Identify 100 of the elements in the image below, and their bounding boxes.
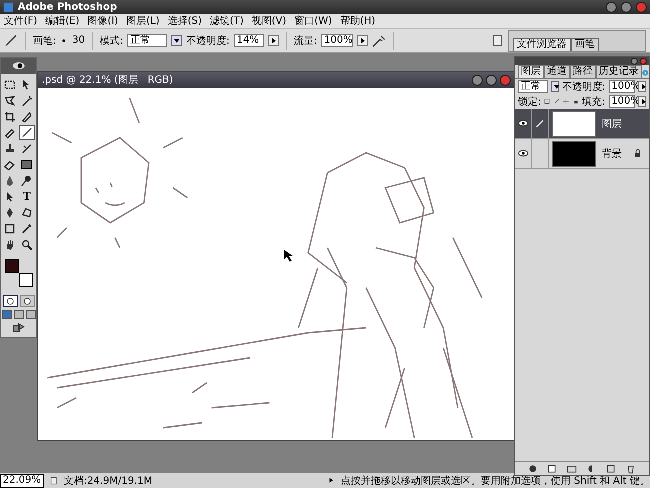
play-icon <box>328 476 335 485</box>
gradient-icon <box>21 158 33 170</box>
mask-icon <box>547 464 558 474</box>
menu-item[interactable]: 帮助(H) <box>340 14 376 28</box>
restore-button[interactable] <box>621 2 632 12</box>
mask-icon <box>22 296 32 306</box>
palette-tab[interactable]: 文件浏览器 <box>513 38 571 50</box>
panel-tab[interactable]: 图层 <box>518 65 544 78</box>
close-button[interactable] <box>500 74 511 86</box>
flow-field[interactable]: 100% <box>321 34 354 47</box>
layer-row[interactable]: 图层 <box>515 109 649 139</box>
hand-icon <box>4 238 16 250</box>
opacity-label: 不透明度: <box>186 34 230 48</box>
minimize-button[interactable] <box>606 2 617 12</box>
mode-label: 模式: <box>100 34 124 48</box>
marquee-icon <box>4 78 16 90</box>
document-size: 文档:24.9M/19.1M <box>64 474 154 488</box>
brush-icon <box>4 34 18 48</box>
page-icon <box>492 34 504 46</box>
lock-icon <box>633 148 643 158</box>
document-icon <box>50 476 58 486</box>
menu-item[interactable]: 视图(V) <box>252 14 287 28</box>
opacity-arrow-button[interactable] <box>268 35 279 46</box>
palette-tab[interactable]: 画笔 <box>571 38 599 50</box>
history-brush-icon <box>21 142 33 154</box>
opacity-arrow-button[interactable] <box>638 81 646 92</box>
quick-mask-button[interactable] <box>20 295 34 307</box>
foreground-swatch[interactable] <box>4 259 18 273</box>
app-icon <box>3 2 14 12</box>
minimize-button[interactable] <box>472 74 483 86</box>
window-title: Adobe Photoshop <box>18 2 118 12</box>
lock-move-icon <box>563 97 570 106</box>
new-layer-icon <box>606 464 616 474</box>
maximize-button[interactable] <box>486 74 497 86</box>
zoom-field[interactable]: 22.09% <box>0 474 44 488</box>
layer-row[interactable]: 背景 <box>515 139 649 169</box>
flow-arrow-button[interactable] <box>357 35 368 46</box>
background-swatch[interactable] <box>18 273 32 287</box>
lock-transparency-icon <box>544 97 551 106</box>
tool-button[interactable]: T <box>19 189 35 204</box>
airbrush-icon <box>372 34 386 48</box>
effects-icon <box>528 464 538 474</box>
panel-tab[interactable]: 通道 <box>544 65 570 78</box>
menu-item[interactable]: 滤镜(T) <box>210 14 244 28</box>
layer-thumbnail <box>552 140 596 166</box>
eraser-icon <box>4 158 16 170</box>
zoom-icon <box>21 238 33 250</box>
flow-label: 流量: <box>294 34 318 48</box>
dropdown-button[interactable] <box>171 35 182 46</box>
stamp-icon <box>4 142 16 154</box>
status-message: 点按并拖移以移动图层或选区。要用附加选项，使用 Shift 和 Alt 键。 <box>341 474 650 488</box>
dodge-icon <box>21 174 33 186</box>
brush-label: 画笔: <box>33 34 56 48</box>
brush-icon <box>21 126 33 138</box>
lasso-icon <box>4 94 16 106</box>
brush-icon <box>535 118 545 128</box>
close-button[interactable] <box>636 2 647 12</box>
panel-tab[interactable]: 路径 <box>570 65 596 78</box>
arrow-cursor-icon <box>4 190 16 202</box>
eyedropper-icon <box>21 222 33 234</box>
dropdown-button[interactable] <box>550 81 560 92</box>
panel-tab[interactable]: 历史记录 <box>596 65 642 78</box>
drop-icon <box>4 174 16 186</box>
tool-button[interactable] <box>19 125 35 140</box>
screen-mode-button[interactable] <box>2 310 12 319</box>
shape-icon <box>21 206 33 218</box>
menu-item[interactable]: 文件(F) <box>4 14 38 28</box>
eye-icon <box>518 148 528 159</box>
layer-name: 图层 <box>602 118 623 130</box>
menu-item[interactable]: 编辑(E) <box>46 14 80 28</box>
folder-icon <box>567 464 578 474</box>
tool-button[interactable] <box>2 109 18 124</box>
standard-mode-button[interactable] <box>2 295 18 307</box>
screen-mode-button[interactable] <box>14 310 24 319</box>
menu-item[interactable]: 图像(I) <box>88 14 118 28</box>
mode-select[interactable]: 正常 <box>127 34 168 47</box>
fill-arrow-button[interactable] <box>638 96 646 107</box>
minimize-button[interactable] <box>631 58 638 64</box>
blend-mode-select[interactable]: 正常 <box>518 80 548 93</box>
tool-button[interactable] <box>2 93 18 108</box>
panel-menu-icon <box>642 68 649 78</box>
menu-item[interactable]: 选择(S) <box>168 14 202 28</box>
menu-item[interactable]: 图层(L) <box>126 14 160 28</box>
eye-icon <box>518 118 528 129</box>
screen-mode-button[interactable] <box>26 310 36 319</box>
brush-size: 30 <box>72 35 86 46</box>
lock-label: 锁定: <box>518 96 542 108</box>
circle-icon <box>6 296 14 306</box>
opacity-label: 不透明度: <box>562 80 606 94</box>
close-button[interactable] <box>640 58 647 64</box>
layer-thumbnail <box>552 110 596 136</box>
opacity-field[interactable]: 14% <box>234 34 264 47</box>
fill-label: 填充: <box>582 96 606 108</box>
menu-item[interactable]: 窗口(W) <box>294 14 332 28</box>
cursor-icon <box>284 250 293 262</box>
knife-icon <box>21 110 33 122</box>
document-title: .psd @ 22.1% (图层 RGB) <box>42 74 174 87</box>
layer-name: 背景 <box>602 148 623 160</box>
pen-icon <box>4 206 16 218</box>
lock-brush-icon <box>554 97 560 106</box>
